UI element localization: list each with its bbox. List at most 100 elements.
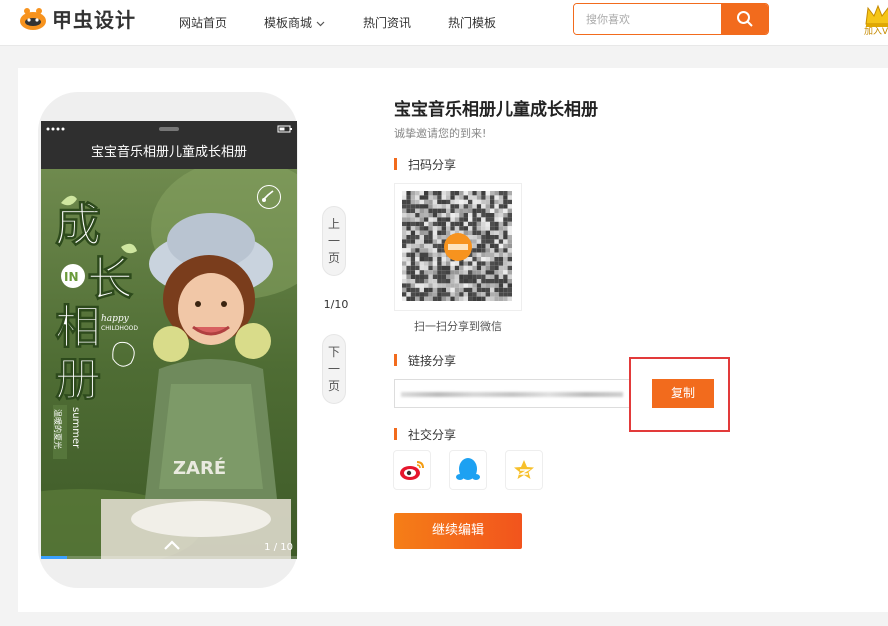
qr-module [463, 204, 468, 209]
qr-module [476, 270, 482, 275]
qr-module [424, 221, 429, 227]
qr-module [437, 292, 442, 297]
qr-module [446, 208, 451, 213]
qr-module [450, 217, 455, 222]
search-button[interactable] [721, 4, 768, 34]
qr-module [424, 243, 429, 249]
qr-module [432, 274, 438, 279]
qr-module [481, 248, 486, 253]
logo-text: 甲虫设计 [52, 7, 136, 32]
qr-module [503, 204, 508, 209]
qr-module [472, 221, 477, 227]
qr-module [437, 283, 442, 288]
qr-module [432, 261, 438, 266]
qr-module [472, 217, 477, 222]
share-link-field[interactable] [394, 379, 630, 408]
qr-module [459, 195, 464, 200]
qr-module [507, 221, 512, 227]
qr-module [494, 283, 499, 288]
qr-module [472, 257, 477, 262]
qr-module [490, 191, 495, 196]
qr-module [490, 296, 495, 301]
qr-module [476, 226, 482, 231]
qr-module [490, 243, 495, 249]
qr-module [437, 226, 442, 231]
qr-module [450, 283, 455, 288]
qr-module [463, 208, 468, 213]
qzone-share-button[interactable] [505, 450, 543, 490]
music-toggle-button[interactable] [257, 185, 281, 209]
qq-share-button[interactable] [449, 450, 487, 490]
qr-module [476, 257, 482, 262]
qr-module [498, 270, 504, 275]
qr-module [402, 217, 407, 222]
vip-join-label[interactable]: 加入V [864, 24, 888, 37]
nav-hot-news[interactable]: 热门资讯 [363, 14, 411, 31]
qr-module [410, 204, 416, 209]
qr-module [494, 195, 499, 200]
qr-module [419, 239, 424, 244]
nav-template-store[interactable]: 模板商城 [264, 14, 325, 31]
copy-link-button[interactable]: 复制 [652, 379, 714, 408]
qr-module [402, 261, 407, 266]
site-logo[interactable]: 甲虫设计 [18, 4, 136, 32]
qr-module [476, 217, 482, 222]
qr-module [507, 204, 512, 209]
qr-module [481, 274, 486, 279]
qr-module [507, 195, 512, 200]
qr-module [468, 287, 473, 293]
weibo-share-button[interactable] [393, 450, 431, 490]
qr-module [468, 270, 473, 275]
chevron-up-icon[interactable] [163, 539, 181, 551]
qr-module [402, 252, 407, 257]
search-input[interactable] [574, 4, 722, 34]
qr-module [481, 239, 486, 244]
qr-module [476, 261, 482, 266]
qr-module [498, 261, 504, 266]
qr-module [498, 279, 504, 284]
qr-module [498, 243, 504, 249]
phone-status-bar [41, 121, 297, 137]
qr-module [450, 261, 455, 266]
next-page-button[interactable]: 下 一 页 [322, 334, 346, 404]
qr-module [446, 261, 451, 266]
qr-module [503, 239, 508, 244]
prev-page-button[interactable]: 上 一 页 [322, 206, 346, 276]
qr-module [428, 257, 433, 262]
qr-module [485, 195, 490, 200]
qr-module [419, 283, 424, 288]
qr-module [454, 261, 460, 266]
qr-module [490, 265, 495, 271]
qr-module [450, 287, 455, 293]
qr-module [428, 235, 433, 240]
qr-module [498, 239, 504, 244]
nav-home[interactable]: 网站首页 [179, 14, 227, 31]
qr-module [415, 217, 420, 222]
link-share-heading: 链接分享 [394, 352, 456, 369]
qr-module [468, 195, 473, 200]
qr-module [419, 287, 424, 293]
qr-module [476, 279, 482, 284]
continue-editing-button[interactable]: 继续编辑 [394, 513, 522, 549]
qr-module [406, 257, 411, 262]
qr-module [419, 274, 424, 279]
qr-module [472, 279, 477, 284]
qr-module [410, 248, 416, 253]
nav-hot-templates[interactable]: 热门模板 [448, 14, 496, 31]
qr-module [468, 279, 473, 284]
qr-module [406, 265, 411, 271]
qr-module [503, 235, 508, 240]
qr-module [463, 213, 468, 218]
qr-share-heading: 扫码分享 [394, 156, 456, 173]
qr-module [485, 213, 490, 218]
nav-template-store-label: 模板商城 [264, 16, 313, 30]
qr-module [419, 265, 424, 271]
qr-module [410, 274, 416, 279]
qr-module [476, 287, 482, 293]
qr-module [432, 239, 438, 244]
qr-module [415, 279, 420, 284]
qr-module [463, 199, 468, 205]
qr-module [507, 283, 512, 288]
qr-module [402, 221, 407, 227]
qr-module [494, 243, 499, 249]
